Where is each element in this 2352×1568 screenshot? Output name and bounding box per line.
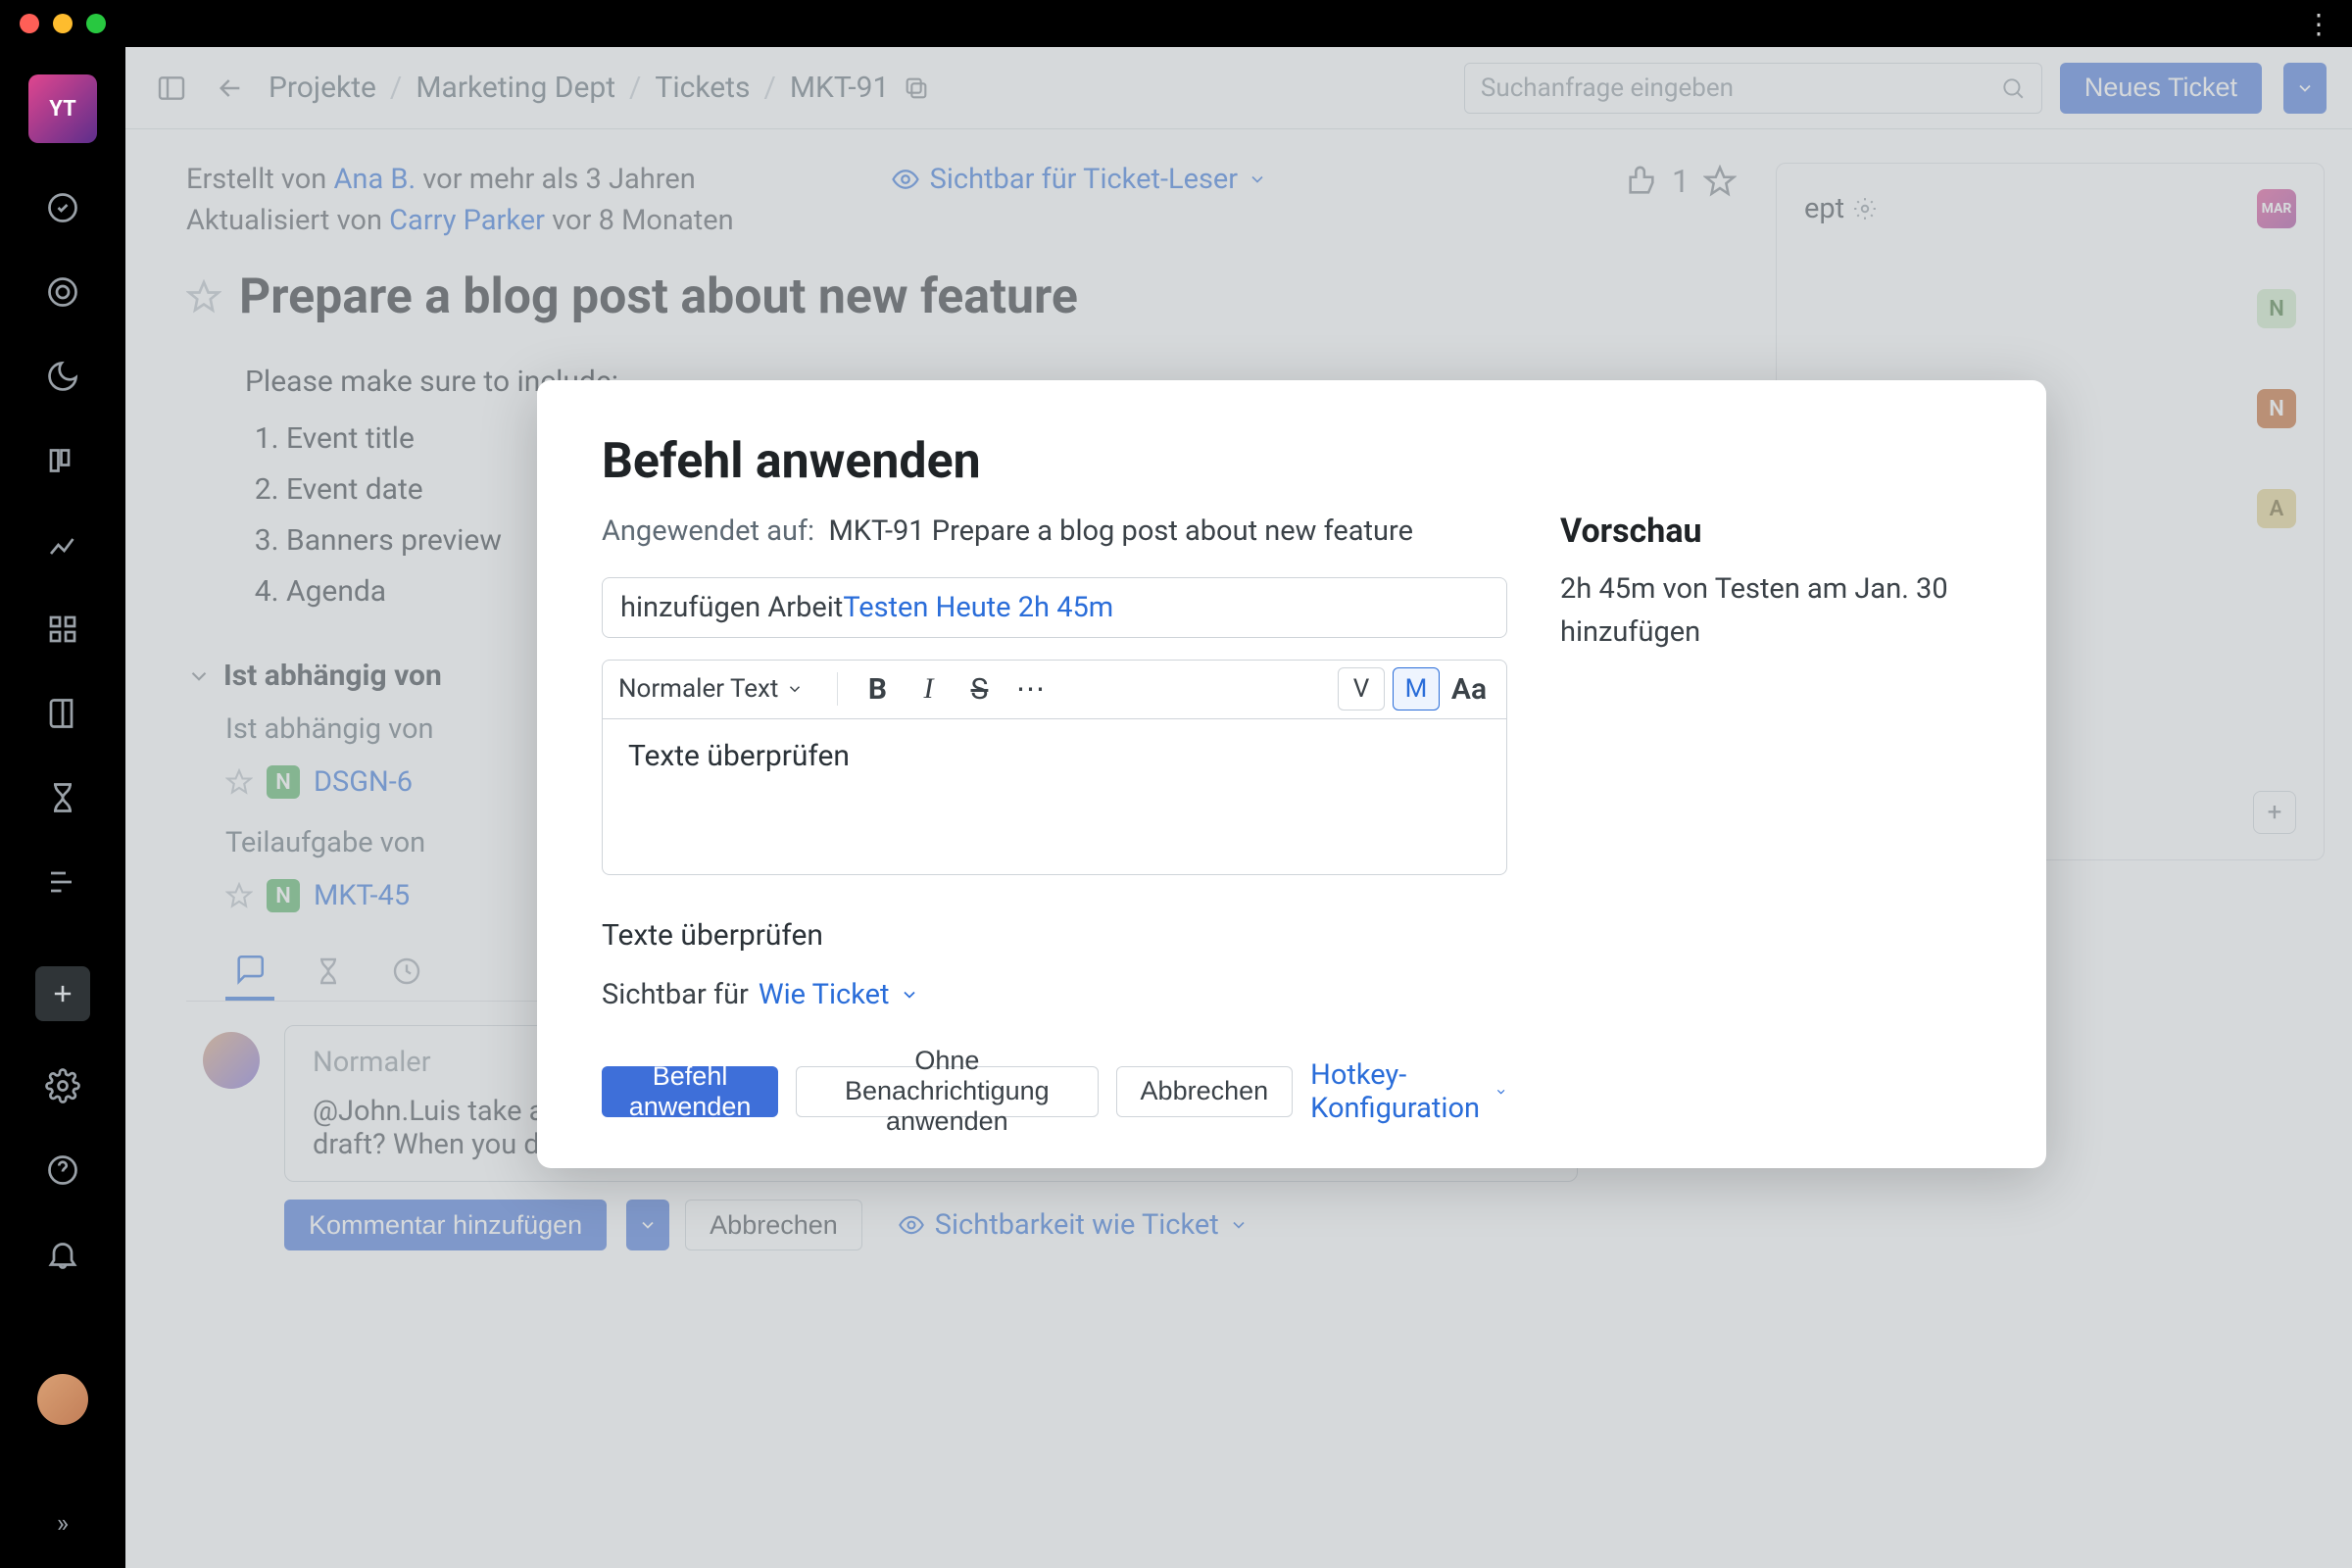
preview-heading: Vorschau [1560,512,1982,551]
apply-command-button[interactable]: Befehl anwenden [602,1066,778,1117]
bold-button[interactable]: B [856,667,899,710]
modal-actions: Befehl anwenden Ohne Benachrichtigung an… [602,1058,1507,1125]
nav-settings-icon[interactable] [43,1066,82,1105]
cancel-button[interactable]: Abbrechen [1116,1066,1294,1117]
preview-text: 2h 45m von Testen am Jan. 30 hinzufügen [1560,568,1982,654]
modal-title: Befehl anwenden [602,433,1982,490]
command-input[interactable]: hinzufügen Arbeit Testen Heute 2h 45m [602,577,1507,638]
traffic-lights [20,14,106,33]
sidebar-collapse-icon[interactable]: » [57,1509,69,1539]
view-mode-v[interactable]: V [1338,667,1385,710]
apply-command-modal: Befehl anwenden Angewendet auf: MKT-91 P… [537,380,2046,1168]
nav-notifications-icon[interactable] [43,1235,82,1274]
italic-button[interactable]: I [906,667,950,710]
strike-button[interactable]: S [957,667,1001,710]
close-window[interactable] [20,14,39,33]
text-style-select[interactable]: Normaler Text [618,674,804,704]
visible-for-row: Sichtbar für Wie Ticket [602,978,1507,1011]
nav-reports-icon[interactable] [43,525,82,564]
applied-to-text: Angewendet auf: MKT-91 Prepare a blog po… [602,512,1507,552]
maximize-window[interactable] [86,14,106,33]
nav-dashboard-icon[interactable] [43,610,82,649]
apply-silent-button[interactable]: Ohne Benachrichtigung anwenden [796,1066,1098,1117]
current-user-avatar[interactable] [37,1374,88,1425]
nav-agile-icon[interactable] [43,188,82,227]
sidebar: YT » [0,47,125,1568]
app-logo[interactable]: YT [28,74,97,143]
more-formatting-button[interactable]: ⋯ [1008,667,1052,710]
nav-help-icon[interactable] [43,1151,82,1190]
titlebar: ⋮ [0,0,2352,47]
nav-hourglass-icon[interactable] [43,778,82,817]
case-button[interactable]: Aa [1447,667,1491,710]
visible-for-link[interactable]: Wie Ticket [759,978,890,1011]
editor-body[interactable]: Texte überprüfen [602,718,1507,875]
hotkey-config-link[interactable]: Hotkey-Konfiguration [1310,1058,1507,1125]
view-mode-m[interactable]: M [1393,667,1440,710]
main: Projekte/ Marketing Dept/ Tickets/ MKT-9… [125,47,2352,1568]
nav-columns-icon[interactable] [43,441,82,480]
editor-summary: Texte überprüfen [602,918,1507,953]
nav-book-icon[interactable] [43,694,82,733]
editor-toolbar: Normaler Text B I S ⋯ V M Aa [602,660,1507,718]
nav-target-icon[interactable] [43,272,82,312]
nav-gantt-icon[interactable] [43,862,82,902]
nav-create-icon[interactable] [35,966,90,1021]
titlebar-more-icon[interactable]: ⋮ [2305,8,2332,40]
minimize-window[interactable] [53,14,73,33]
nav-moon-icon[interactable] [43,357,82,396]
